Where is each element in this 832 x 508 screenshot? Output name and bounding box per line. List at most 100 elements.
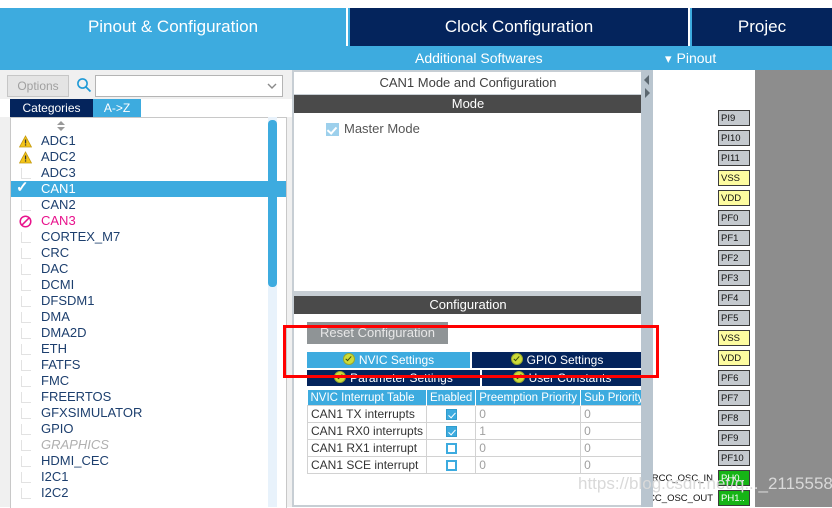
sidebar-item-fatfs[interactable]: FATFS: [11, 357, 286, 373]
pin-pf8[interactable]: PF8: [718, 410, 750, 426]
pin-vdd[interactable]: VDD: [718, 350, 750, 366]
pin-ph0[interactable]: PH0..: [718, 470, 750, 486]
cell-sub-priority[interactable]: 0: [580, 456, 648, 474]
cell-sub-priority[interactable]: 0: [580, 405, 648, 423]
pin-pf10[interactable]: PF10: [718, 450, 750, 466]
cell-preemption-priority[interactable]: 0: [475, 456, 582, 474]
tab-pinout-configuration[interactable]: Pinout & Configuration: [0, 8, 346, 46]
column-header-sub-priority[interactable]: Sub Priority: [580, 390, 648, 406]
sidebar-item-freertos[interactable]: FREERTOS: [11, 389, 286, 405]
pin-pf4[interactable]: PF4: [718, 290, 750, 306]
sidebar-item-adc3[interactable]: ADC3: [11, 165, 286, 181]
master-mode-label: Master Mode: [344, 121, 420, 136]
pin-vss[interactable]: VSS: [718, 330, 750, 346]
sidebar-item-i2c2[interactable]: I2C2: [11, 485, 286, 501]
tab-parameter-settings[interactable]: Parameter Settings: [307, 370, 480, 386]
tab-user-constants[interactable]: User Constants: [482, 370, 642, 386]
pin-pf6[interactable]: PF6: [718, 370, 750, 386]
pin-vdd[interactable]: VDD: [718, 190, 750, 206]
cell-enabled[interactable]: [426, 422, 477, 440]
cell-interrupt-name: CAN1 SCE interrupt: [306, 456, 428, 474]
pin-ph1[interactable]: PH1..: [718, 490, 750, 506]
sidebar-scrollbar-thumb[interactable]: [268, 120, 277, 287]
panel-splitter[interactable]: [641, 70, 653, 507]
sidebar-item-can1[interactable]: ✓ CAN1: [11, 179, 286, 197]
sidebar-item-can2[interactable]: CAN2: [11, 197, 286, 213]
cell-enabled[interactable]: [426, 439, 477, 457]
cell-preemption-priority[interactable]: 0: [475, 405, 582, 423]
master-mode-checkbox[interactable]: [326, 123, 339, 136]
table-row[interactable]: CAN1 RX0 interrupts 1 0: [306, 422, 648, 440]
splitter-arrows-icon[interactable]: [643, 74, 651, 100]
tab-project-manager[interactable]: Projec: [692, 8, 832, 46]
enabled-checkbox[interactable]: [445, 409, 457, 421]
search-input[interactable]: [96, 76, 260, 96]
cell-preemption-priority[interactable]: 1: [475, 422, 582, 440]
tree-connector-icon: [21, 488, 31, 499]
pin-pf1[interactable]: PF1: [718, 230, 750, 246]
enabled-checkbox[interactable]: [445, 426, 457, 438]
table-row[interactable]: CAN1 SCE interrupt 0 0: [306, 456, 648, 474]
tab-gpio-settings[interactable]: GPIO Settings: [472, 352, 642, 368]
sidebar-item-gfxsimulator[interactable]: GFXSIMULATOR: [11, 405, 286, 421]
sidebar-item-eth[interactable]: ETH: [11, 341, 286, 357]
search-field-wrapper[interactable]: [95, 75, 283, 97]
sidebar-item-adc1[interactable]: ADC1: [11, 133, 286, 149]
tab-a-to-z[interactable]: A->Z: [93, 99, 141, 117]
warning-icon: [18, 151, 33, 164]
pin-pf9[interactable]: PF9: [718, 430, 750, 446]
chevron-down-icon[interactable]: [265, 80, 279, 92]
sidebar-item-adc2[interactable]: ADC2: [11, 149, 286, 165]
tab-categories[interactable]: Categories: [10, 99, 93, 117]
pin-pi11[interactable]: PI11: [718, 150, 750, 166]
cell-enabled[interactable]: [426, 456, 477, 474]
pin-vss[interactable]: VSS: [718, 170, 750, 186]
table-row[interactable]: CAN1 RX1 interrupt 0 0: [306, 439, 648, 457]
sub-tab-pinout[interactable]: ▾ Pinout: [665, 46, 716, 70]
sidebar-item-dac[interactable]: DAC: [11, 261, 286, 277]
sidebar-item-cortex-m7[interactable]: CORTEX_M7: [11, 229, 286, 245]
sidebar-item-can3[interactable]: CAN3: [11, 213, 286, 229]
pin-pi10[interactable]: PI10: [718, 130, 750, 146]
spinner-arrows-icon[interactable]: [53, 120, 69, 132]
sidebar-item-gpio[interactable]: GPIO: [11, 421, 286, 437]
sidebar-item-dma2d[interactable]: DMA2D: [11, 325, 286, 341]
sidebar-item-dma[interactable]: DMA: [11, 309, 286, 325]
column-header-enabled[interactable]: Enabled: [426, 390, 477, 406]
chip-body: [755, 70, 832, 507]
cell-sub-priority[interactable]: 0: [580, 422, 648, 440]
sidebar-item-hdmi-cec[interactable]: HDMI_CEC: [11, 453, 286, 469]
cell-sub-priority[interactable]: 0: [580, 439, 648, 457]
enabled-checkbox[interactable]: [445, 443, 457, 455]
peripheral-category-list: ADC1 ADC2 ADC3 ✓ CAN1 CAN2 CAN3 CORTEX_M7 CRC DAC…: [10, 117, 287, 508]
column-header-preemption-priority[interactable]: Preemption Priority: [475, 390, 582, 406]
options-button[interactable]: Options: [7, 75, 69, 97]
main-tab-bar: Pinout & Configuration Clock Configurati…: [0, 8, 832, 46]
tab-nvic-settings[interactable]: NVIC Settings: [307, 352, 470, 368]
pin-pi9[interactable]: PI9: [718, 110, 750, 126]
sidebar-item-label: DFSDM1: [41, 293, 95, 308]
sub-tab-additional-softwares[interactable]: Additional Softwares: [415, 46, 543, 70]
sidebar-item-label: FMC: [41, 373, 70, 388]
sidebar-item-dcmi[interactable]: DCMI: [11, 277, 286, 293]
sidebar-item-crc[interactable]: CRC: [11, 245, 286, 261]
column-header-name[interactable]: NVIC Interrupt Table: [307, 390, 428, 406]
cell-preemption-priority[interactable]: 0: [475, 439, 582, 457]
sidebar-item-dfsdm1[interactable]: DFSDM1: [11, 293, 286, 309]
configuration-panel: CAN1 Mode and Configuration Mode Master …: [292, 70, 648, 507]
pin-pf5[interactable]: PF5: [718, 310, 750, 326]
check-icon: ✓: [16, 179, 29, 196]
sidebar-item-fmc[interactable]: FMC: [11, 373, 286, 389]
sidebar-item-graphics[interactable]: GRAPHICS: [11, 437, 286, 453]
reset-configuration-button[interactable]: Reset Configuration: [307, 322, 448, 344]
enabled-checkbox[interactable]: [445, 460, 457, 472]
pin-pf0[interactable]: PF0: [718, 210, 750, 226]
sidebar-item-i2c1[interactable]: I2C1: [11, 469, 286, 485]
pin-pf2[interactable]: PF2: [718, 250, 750, 266]
cell-interrupt-name: CAN1 RX1 interrupt: [306, 439, 428, 457]
pin-pf3[interactable]: PF3: [718, 270, 750, 286]
table-row[interactable]: CAN1 TX interrupts 0 0: [306, 405, 648, 423]
pin-pf7[interactable]: PF7: [718, 390, 750, 406]
tab-clock-configuration[interactable]: Clock Configuration: [350, 8, 688, 46]
cell-enabled[interactable]: [426, 405, 477, 423]
